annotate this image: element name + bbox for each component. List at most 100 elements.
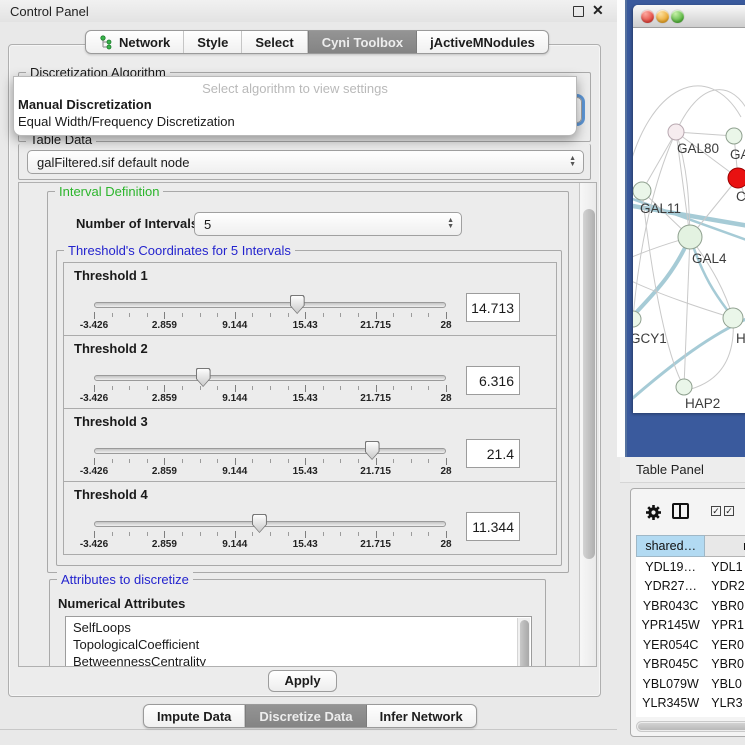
tick-mark: [182, 313, 183, 317]
list-scrollbar-thumb[interactable]: [520, 620, 529, 667]
threshold-value-field[interactable]: 6.316: [466, 366, 520, 395]
tick-mark: [340, 532, 341, 536]
network-node-gal11[interactable]: [633, 182, 651, 200]
panel-scrollbar-thumb[interactable]: [583, 209, 595, 559]
table-row[interactable]: YIL052CYIL0: [636, 713, 745, 717]
minimize-traffic-light[interactable]: [656, 10, 669, 23]
table-cell: YBR045C: [636, 655, 705, 675]
cyni-bottom-tabs: Impute Data Discretize Data Infer Networ…: [143, 704, 477, 728]
threshold-slider-track[interactable]: [94, 302, 446, 308]
attributes-group-title: Attributes to discretize: [57, 572, 193, 587]
tab-style[interactable]: Style: [184, 31, 242, 53]
tick-mark: [252, 313, 253, 317]
tick-mark: [112, 532, 113, 536]
threshold-slider-track[interactable]: [94, 375, 446, 381]
threshold-value-field[interactable]: 21.4: [466, 439, 520, 468]
attributes-group: Attributes to discretize Numerical Attri…: [49, 579, 546, 667]
tick-mark: [94, 458, 95, 465]
threshold-slider-handle[interactable]: [290, 295, 305, 314]
network-node-gal80[interactable]: [668, 124, 684, 140]
panel-gap: [617, 0, 625, 457]
table-scrollbar-thumb[interactable]: [638, 723, 745, 730]
tick-mark: [323, 459, 324, 463]
thresholds-group: Threshold's Coordinates for 5 Intervals …: [56, 250, 562, 566]
apply-button[interactable]: Apply: [268, 670, 337, 692]
table-row[interactable]: YLR345WYLR3: [636, 694, 745, 714]
network-canvas[interactable]: GAL80GACGAL11GAL4GCY1HHAP2: [633, 29, 745, 413]
table-panel: ✓ ✓ shared… na YDL19…YDL1YDR27…YDR2YBR04…: [630, 488, 745, 737]
attribute-list-item[interactable]: SelfLoops: [73, 620, 531, 637]
tick-mark: [164, 385, 165, 392]
tab-select[interactable]: Select: [242, 31, 307, 53]
attribute-list-item[interactable]: TopologicalCoefficient: [73, 637, 531, 654]
checkbox-icon[interactable]: ✓: [724, 506, 734, 516]
close-traffic-light[interactable]: [641, 10, 654, 23]
zoom-traffic-light[interactable]: [671, 10, 684, 23]
table-cell: YIL0: [705, 713, 745, 717]
list-scrollbar[interactable]: [517, 618, 530, 667]
network-node-h[interactable]: [723, 308, 743, 328]
tick-label: -3.426: [72, 466, 116, 477]
threshold-value-field[interactable]: 11.344: [466, 512, 520, 541]
table-row[interactable]: YBR043CYBR0: [636, 596, 745, 616]
panel-scrollbar[interactable]: [579, 183, 597, 666]
threshold-slider-handle[interactable]: [196, 368, 211, 387]
tick-mark: [129, 386, 130, 390]
network-node-hap2[interactable]: [676, 379, 692, 395]
table-row[interactable]: YDL19…YDL1: [636, 557, 745, 577]
tick-mark: [428, 532, 429, 536]
network-edge: [676, 132, 734, 136]
network-node-gcy1[interactable]: [633, 311, 641, 327]
number-of-intervals-value: 5: [204, 217, 211, 232]
tab-discretize-data[interactable]: Discretize Data: [245, 705, 366, 727]
number-of-intervals-combobox[interactable]: 5 ▲▼: [194, 212, 462, 236]
tab-network[interactable]: Network: [86, 31, 184, 53]
network-window-titlebar[interactable]: [633, 5, 745, 28]
network-node-gal4[interactable]: [678, 225, 702, 249]
table-data-combobox[interactable]: galFiltered.sif default node ▲▼: [27, 150, 584, 174]
tick-mark: [112, 386, 113, 390]
column-header-shared-name[interactable]: shared…: [636, 535, 705, 557]
tick-mark: [288, 532, 289, 536]
table-row[interactable]: YBR045CYBR0: [636, 655, 745, 675]
tab-jactivemnodules[interactable]: jActiveMNodules: [417, 31, 548, 53]
table-cell: YER0: [705, 635, 745, 655]
popup-item-manual-discretization[interactable]: Manual Discretization: [14, 96, 576, 113]
table-horizontal-scrollbar[interactable]: [636, 721, 745, 732]
tick-label: 2.859: [142, 539, 186, 550]
network-node-ga[interactable]: [726, 128, 742, 144]
table-row[interactable]: YDR27…YDR2: [636, 577, 745, 597]
control-panel-tabs: Network Style Select Cyni Toolbox jActiv…: [85, 30, 549, 54]
tick-mark: [235, 458, 236, 465]
tab-cyni-toolbox[interactable]: Cyni Toolbox: [308, 31, 417, 53]
threshold-label: Threshold 2: [74, 341, 148, 356]
network-node-c[interactable]: [728, 168, 745, 188]
tick-mark: [200, 459, 201, 463]
split-column-icon[interactable]: [672, 503, 689, 519]
tab-network-label: Network: [119, 35, 170, 50]
tick-label: 21.715: [354, 393, 398, 404]
threshold-slider-track[interactable]: [94, 521, 446, 527]
threshold-value-field[interactable]: 14.713: [466, 293, 520, 322]
table-row[interactable]: YBL079WYBL0: [636, 674, 745, 694]
threshold-slider-handle[interactable]: [365, 441, 380, 460]
threshold-slider-track[interactable]: [94, 448, 446, 454]
algorithm-dropdown-popup: Select algorithm to view settings Manual…: [13, 76, 577, 136]
checkbox-icon[interactable]: ✓: [711, 506, 721, 516]
popup-item-equal-width-frequency[interactable]: Equal Width/Frequency Discretization: [14, 113, 576, 130]
column-header-name[interactable]: na: [705, 535, 745, 557]
table-row[interactable]: YER054CYER0: [636, 635, 745, 655]
numerical-attributes-label: Numerical Attributes: [58, 596, 185, 611]
tick-label: 28: [424, 320, 468, 331]
attribute-list-item[interactable]: BetweennessCentrality: [73, 654, 531, 667]
tick-mark: [147, 386, 148, 390]
table-row[interactable]: YPR145WYPR1: [636, 616, 745, 636]
float-window-icon[interactable]: [573, 6, 584, 17]
tab-impute-data[interactable]: Impute Data: [144, 705, 245, 727]
network-edge: [633, 86, 741, 177]
threshold-slider-handle[interactable]: [252, 514, 267, 533]
tab-infer-network[interactable]: Infer Network: [367, 705, 476, 727]
tick-mark: [288, 313, 289, 317]
close-icon[interactable]: ✕: [592, 2, 604, 19]
gear-icon[interactable]: [644, 503, 663, 522]
